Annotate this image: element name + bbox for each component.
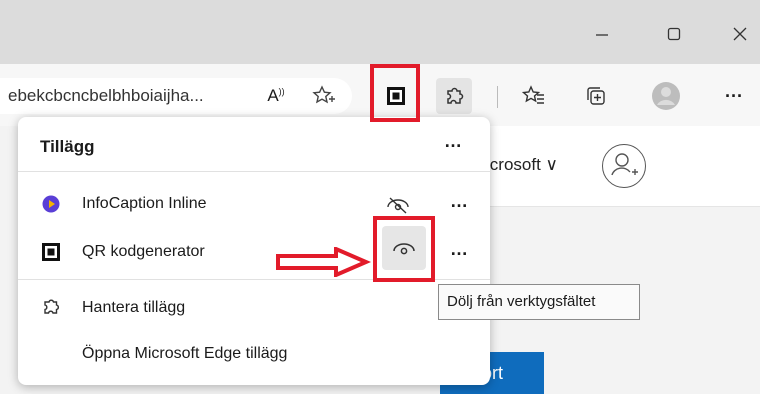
sign-in-avatar[interactable]: [602, 144, 646, 188]
minimize-button[interactable]: [578, 14, 626, 54]
title-bar: [0, 0, 760, 64]
qr-generator-icon: [42, 243, 60, 261]
maximize-button[interactable]: [650, 14, 698, 54]
more-button[interactable]: ···: [716, 78, 752, 114]
highlight-box-toolbar-qr: [370, 64, 420, 122]
open-edge-addons-link[interactable]: Öppna Microsoft Edge tillägg: [82, 345, 287, 363]
more-icon: ···: [725, 85, 743, 106]
collections-button[interactable]: [578, 78, 614, 114]
panel-title: Tillägg: [40, 137, 95, 156]
panel-more-button[interactable]: …: [444, 131, 463, 152]
extension-more-infocaption[interactable]: …: [450, 191, 469, 212]
address-text: ebekcbcncbelbhboiaijha...: [8, 86, 204, 105]
favorites-icon: [522, 85, 544, 104]
close-button[interactable]: [716, 14, 760, 54]
tooltip: Dölj från verktygsfältet: [438, 284, 640, 320]
add-favorite-icon: [312, 85, 335, 104]
minimize-icon: [596, 34, 608, 36]
add-favorite-button[interactable]: [306, 78, 342, 114]
profile-button[interactable]: [648, 78, 684, 114]
annotation-arrow: [276, 247, 372, 277]
panel-divider: [18, 171, 490, 172]
highlight-box-eye: [373, 216, 435, 282]
favorites-button[interactable]: [516, 78, 552, 114]
manage-extensions-link[interactable]: Hantera tillägg: [82, 299, 185, 317]
address-bar[interactable]: ebekcbcncbelbhboiaijha...: [0, 78, 352, 114]
extension-label-infocaption: InfoCaption Inline: [82, 195, 207, 212]
close-icon: [733, 27, 747, 41]
profile-avatar-icon: [652, 82, 680, 110]
read-aloud-icon: A)): [267, 86, 285, 105]
puzzle-icon: [44, 299, 59, 314]
microsoft-account-link[interactable]: icrosoft ∨: [486, 155, 558, 175]
extensions-button[interactable]: [436, 78, 472, 114]
extensions-puzzle-icon: [447, 87, 464, 104]
extension-more-qr[interactable]: …: [450, 239, 469, 260]
add-person-icon: [611, 153, 638, 176]
hidden-eye-icon[interactable]: [386, 195, 410, 215]
infocaption-icon: [42, 195, 60, 213]
extension-label-qr: QR kodgenerator: [82, 243, 205, 260]
maximize-icon: [667, 27, 681, 41]
read-aloud-button[interactable]: A)): [258, 78, 294, 114]
toolbar-divider: [497, 86, 498, 108]
collections-icon: [587, 87, 605, 105]
